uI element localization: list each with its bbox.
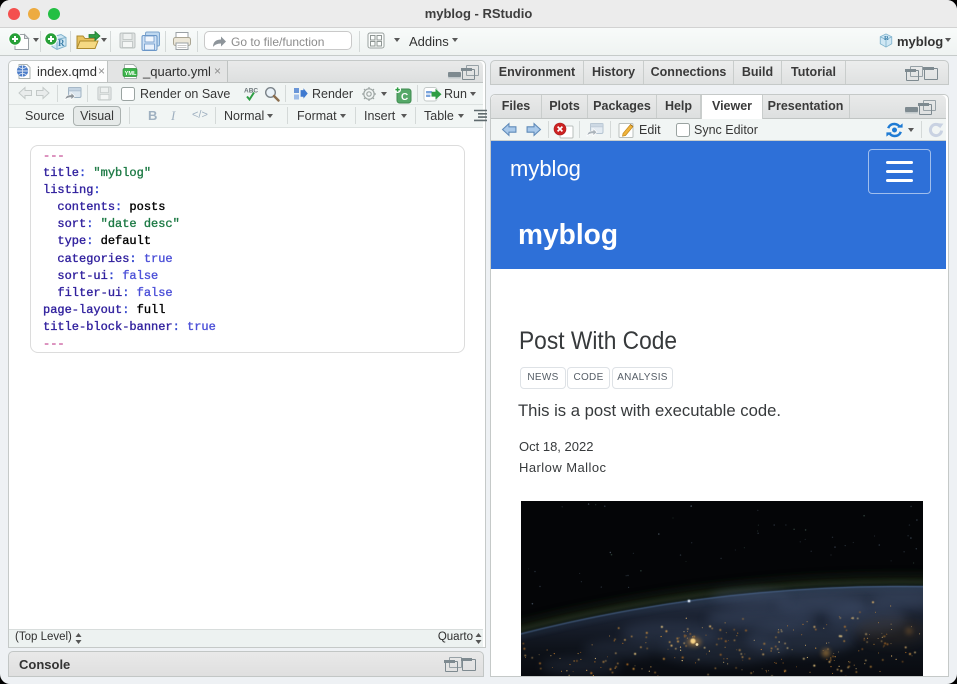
svg-text:ABC: ABC xyxy=(244,88,258,95)
svg-text:R: R xyxy=(884,35,889,42)
svg-text:R: R xyxy=(58,38,65,48)
svg-text:C: C xyxy=(401,92,408,103)
svg-text:YML: YML xyxy=(125,71,137,77)
